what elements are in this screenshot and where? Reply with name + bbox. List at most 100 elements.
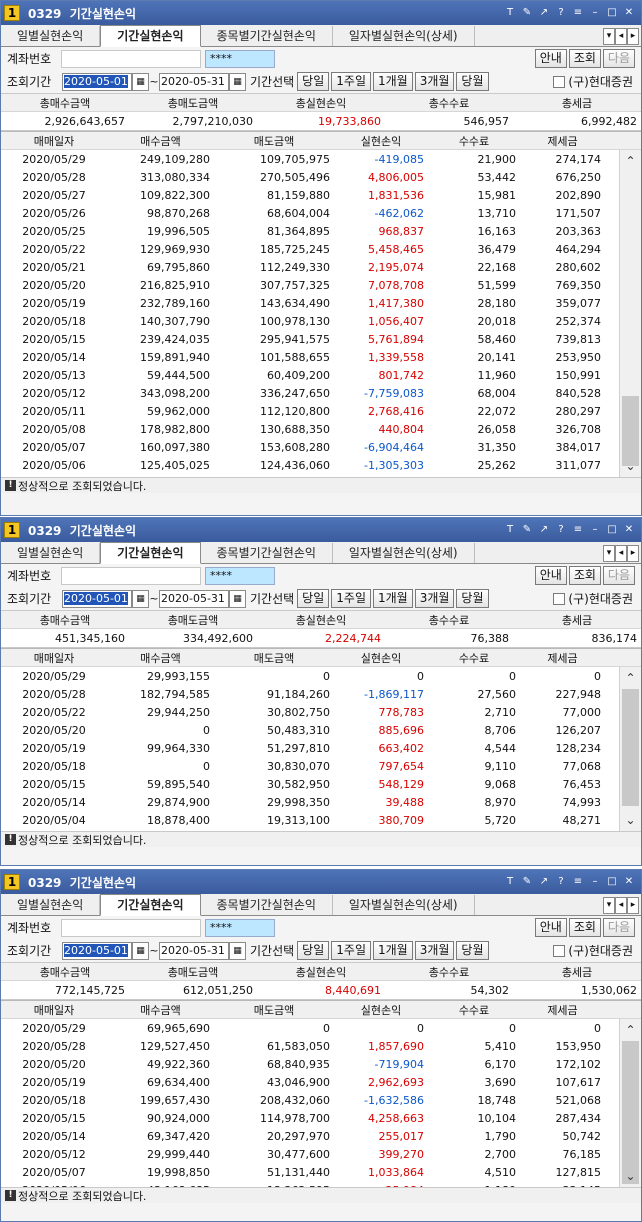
grid-header-cell[interactable]: 제세금 — [520, 1002, 605, 1018]
tab-period-pnl[interactable]: 기간실현손익 — [100, 894, 201, 916]
table-row[interactable]: 2020/05/14 29,874,900 29,998,350 39,488 8,97… — [1, 793, 641, 811]
table-row[interactable]: 2020/05/29 249,109,280 109,705,975 -419,085… — [1, 150, 641, 168]
table-row[interactable]: 2020/05/07 160,097,380 153,608,280 -6,904,4… — [1, 438, 641, 456]
scroll-down-icon[interactable]: ⌄ — [620, 809, 641, 831]
table-row[interactable]: 2020/05/20 216,825,910 307,757,325 7,078,70… — [1, 276, 641, 294]
scroll-down-icon[interactable]: ⌄ — [620, 1165, 641, 1187]
table-row[interactable]: 2020/05/19 99,964,330 51,297,810 663,402 4,5… — [1, 739, 641, 757]
maximize-icon[interactable]: □ — [606, 875, 618, 889]
edit-icon[interactable]: ✎ — [521, 875, 533, 889]
tab-daily-pnl[interactable]: 일별실현손익 — [1, 895, 101, 915]
font-icon[interactable]: T — [504, 523, 516, 537]
menu-icon[interactable]: ≡ — [572, 523, 584, 537]
table-row[interactable]: 2020/05/0419,770,44020,484,690659,0314,0… — [1, 474, 641, 478]
vertical-scrollbar[interactable]: ⌃ ⌄ — [619, 1019, 641, 1187]
table-row[interactable]: 2020/05/25 19,996,505 81,364,895 968,837 16,… — [1, 222, 641, 240]
tab-period-pnl[interactable]: 기간실현손익 — [100, 25, 201, 47]
date-to-input[interactable]: 2020-05-31 — [159, 941, 229, 960]
table-row[interactable]: 2020/05/0643,168,68513,262,59525,9841,18… — [1, 1181, 641, 1188]
calendar-icon[interactable]: ▦ — [132, 72, 149, 91]
calendar-icon[interactable]: ▦ — [229, 941, 246, 960]
maximize-icon[interactable]: □ — [606, 523, 618, 537]
grid-header-cell[interactable]: 실현손익 — [334, 650, 428, 666]
info-button[interactable]: 안내 — [534, 918, 567, 937]
table-row[interactable]: 2020/05/15 239,424,035 295,941,575 5,761,89… — [1, 330, 641, 348]
tab-stock-period-pnl[interactable]: 종목별기간실현손익 — [201, 26, 333, 46]
vertical-scrollbar[interactable]: ⌃ ⌄ — [619, 667, 641, 831]
tab-stock-period-pnl[interactable]: 종목별기간실현손익 — [201, 543, 333, 563]
table-row[interactable]: 2020/05/15 59,895,540 30,582,950 548,129 9,0… — [1, 775, 641, 793]
date-from-input[interactable]: 2020-05-01 — [62, 589, 132, 608]
table-row[interactable]: 2020/05/04 18,878,400 19,313,100 380,709 5,7… — [1, 811, 641, 829]
tab-prev-icon[interactable]: ◂ — [615, 545, 627, 562]
next-button[interactable]: 다음 — [602, 49, 635, 68]
grid-header-cell[interactable]: 실현손익 — [334, 133, 428, 149]
minimize-icon[interactable]: – — [589, 6, 601, 20]
password-field[interactable]: **** — [205, 49, 275, 68]
tab-date-pnl-detail[interactable]: 일자별실현손익(상세) — [333, 895, 475, 915]
tab-next-icon[interactable]: ▸ — [627, 28, 639, 45]
tab-prev-icon[interactable]: ◂ — [615, 28, 627, 45]
vertical-scrollbar[interactable]: ⌃ ⌄ — [619, 150, 641, 477]
grid-header-cell[interactable]: 수수료 — [428, 1002, 520, 1018]
table-row[interactable]: 2020/05/18 0 30,830,070 797,654 9,110 77,068 — [1, 757, 641, 775]
period-1month-button[interactable]: 1개월 — [372, 589, 413, 608]
calendar-icon[interactable]: ▦ — [132, 941, 149, 960]
grid-header-cell[interactable]: 제세금 — [520, 133, 605, 149]
period-3month-button[interactable]: 3개월 — [414, 72, 455, 91]
table-row[interactable]: 2020/05/14 159,891,940 101,588,655 1,339,55… — [1, 348, 641, 366]
table-row[interactable]: 2020/05/08 178,982,800 130,688,350 440,804 2… — [1, 420, 641, 438]
tab-period-pnl[interactable]: 기간실현손익 — [100, 542, 201, 564]
table-row[interactable]: 2020/05/18 140,307,790 100,978,130 1,056,40… — [1, 312, 641, 330]
table-row[interactable]: 2020/05/20 0 50,483,310 885,696 8,706 126,207 — [1, 721, 641, 739]
tab-next-icon[interactable]: ▸ — [627, 897, 639, 914]
grid-header-cell[interactable]: 제세금 — [520, 650, 605, 666]
tab-stock-period-pnl[interactable]: 종목별기간실현손익 — [201, 895, 333, 915]
help-icon[interactable]: ? — [555, 6, 567, 20]
grid-header-cell[interactable]: 매수금액 — [107, 1002, 214, 1018]
table-row[interactable]: 2020/05/07 19,998,850 51,131,440 1,033,864 4… — [1, 1163, 641, 1181]
title-bar[interactable]: 1 0329 기간실현손익 T ✎ ↗ ? ≡ – □ ✕ — [1, 518, 641, 542]
info-button[interactable]: 안내 — [534, 49, 567, 68]
font-icon[interactable]: T — [504, 6, 516, 20]
grid-header-cell[interactable]: 수수료 — [428, 133, 520, 149]
period-3month-button[interactable]: 3개월 — [414, 589, 455, 608]
scroll-thumb[interactable] — [622, 1041, 639, 1184]
table-row[interactable]: 2020/05/12 29,999,440 30,477,600 399,270 2,7… — [1, 1145, 641, 1163]
title-bar[interactable]: 1 0329 기간실현손익 T ✎ ↗ ? ≡ – □ ✕ — [1, 870, 641, 894]
calendar-icon[interactable]: ▦ — [229, 72, 246, 91]
table-row[interactable]: 2020/05/22 129,969,930 185,725,245 5,458,46… — [1, 240, 641, 258]
grid-header-cell[interactable]: 매도금액 — [214, 1002, 334, 1018]
table-row[interactable]: 2020/05/11 59,962,000 112,120,800 2,768,416… — [1, 402, 641, 420]
period-this-month-button[interactable]: 당월 — [456, 72, 489, 91]
table-row[interactable]: 2020/05/14 69,347,420 20,297,970 255,017 1,7… — [1, 1127, 641, 1145]
period-this-month-button[interactable]: 당월 — [456, 589, 489, 608]
edit-icon[interactable]: ✎ — [521, 523, 533, 537]
close-icon[interactable]: ✕ — [623, 523, 635, 537]
tab-daily-pnl[interactable]: 일별실현손익 — [1, 543, 101, 563]
menu-icon[interactable]: ≡ — [572, 875, 584, 889]
scroll-up-icon[interactable]: ⌃ — [620, 1019, 641, 1041]
menu-icon[interactable]: ≡ — [572, 6, 584, 20]
broker-checkbox[interactable] — [553, 592, 566, 605]
period-today-button[interactable]: 당일 — [297, 941, 330, 960]
link-icon[interactable]: ↗ — [538, 6, 550, 20]
close-icon[interactable]: ✕ — [623, 875, 635, 889]
title-bar[interactable]: 1 0329 기간실현손익 T ✎ ↗ ? ≡ – □ ✕ — [1, 1, 641, 25]
next-button[interactable]: 다음 — [602, 566, 635, 585]
tab-date-pnl-detail[interactable]: 일자별실현손익(상세) — [333, 26, 475, 46]
table-row[interactable]: 2020/05/18 199,657,430 208,432,060 -1,632,5… — [1, 1091, 641, 1109]
account-number-input[interactable] — [61, 566, 201, 585]
scroll-up-icon[interactable]: ⌃ — [620, 150, 641, 172]
table-row[interactable]: 2020/05/12 343,098,200 336,247,650 -7,759,0… — [1, 384, 641, 402]
period-1week-button[interactable]: 1주일 — [331, 941, 371, 960]
help-icon[interactable]: ? — [555, 875, 567, 889]
table-row[interactable]: 2020/05/06 125,405,025 124,436,060 -1,305,3… — [1, 456, 641, 474]
scroll-down-icon[interactable]: ⌄ — [620, 455, 641, 477]
period-today-button[interactable]: 당일 — [297, 589, 330, 608]
query-button[interactable]: 조회 — [568, 918, 601, 937]
date-from-input[interactable]: 2020-05-01 — [62, 72, 132, 91]
maximize-icon[interactable]: □ — [606, 6, 618, 20]
table-row[interactable]: 2020/05/13 59,444,500 60,409,200 801,742 11,… — [1, 366, 641, 384]
help-icon[interactable]: ? — [555, 523, 567, 537]
